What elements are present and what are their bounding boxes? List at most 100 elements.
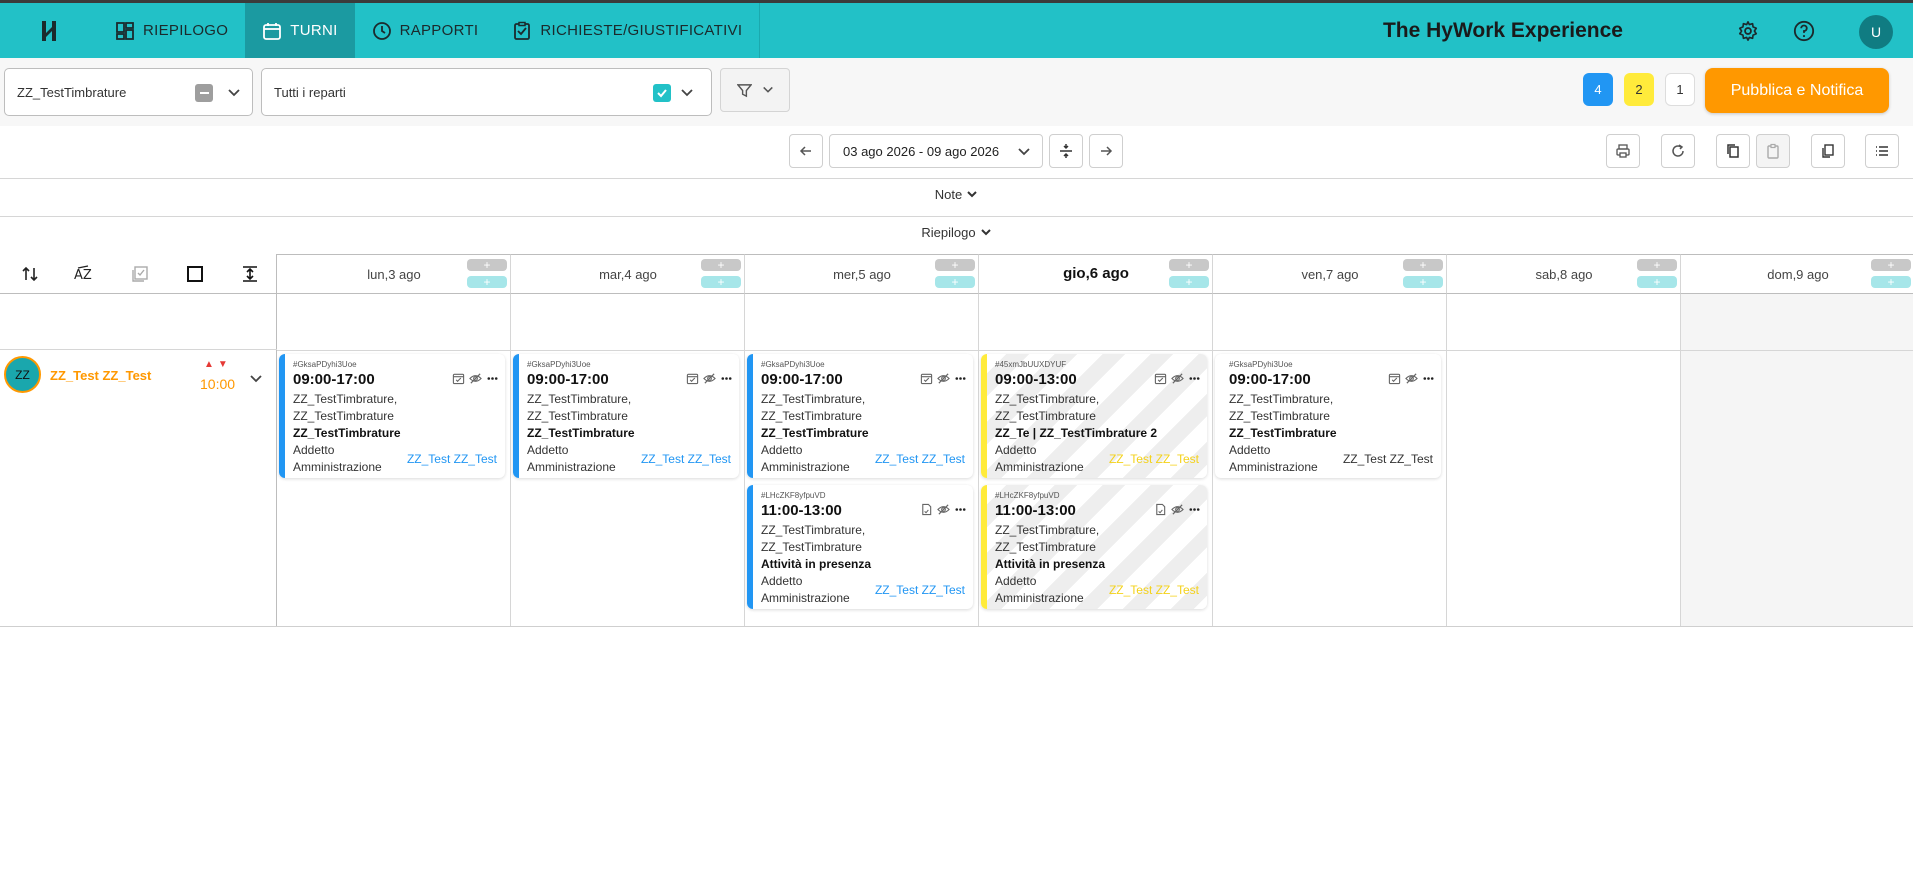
refresh-button[interactable] [1661, 134, 1695, 168]
calendar-check-icon[interactable] [1154, 372, 1167, 385]
employee-row[interactable]: ZZ ZZ_Test ZZ_Test ▲▼ 10:00 [0, 350, 277, 404]
more-options-icon[interactable] [954, 503, 967, 516]
chevron-down-icon[interactable] [249, 372, 263, 386]
duplicate-week-button[interactable] [1811, 134, 1845, 168]
eye-off-icon[interactable] [703, 372, 716, 385]
shift-role-line2: Amministrazione [995, 591, 1084, 605]
shift-card[interactable]: #LHcZKF8yfpuVD 11:00-13:00 ZZ_TestTimbratu… [981, 485, 1207, 609]
day-column[interactable] [1447, 294, 1681, 627]
nav-riepilogo[interactable]: RIEPILOGO [98, 3, 245, 58]
riepilogo-section-toggle[interactable]: Riepilogo [0, 214, 1913, 250]
select-checkbox[interactable] [170, 265, 221, 283]
badge-white-count[interactable]: 1 [1665, 73, 1695, 106]
eye-off-icon[interactable] [937, 503, 950, 516]
expand-rows-button[interactable] [225, 265, 276, 283]
shift-role-line1: Addetto [995, 443, 1037, 457]
next-week-button[interactable] [1089, 134, 1123, 168]
more-options-icon[interactable] [486, 372, 499, 385]
document-icon[interactable] [1154, 503, 1167, 516]
nav-richieste[interactable]: RICHIESTE/GIUSTIFICATIVI [495, 3, 759, 58]
shift-card[interactable]: #45xmJbUUXDYUF 09:00-13:00 ZZ_TestTimbratu… [981, 354, 1207, 478]
add-shift-button[interactable]: + [1169, 259, 1209, 271]
list-view-button[interactable] [1865, 134, 1899, 168]
department-select[interactable]: Tutti i reparti [261, 68, 712, 116]
svg-text:AZ: AZ [74, 268, 92, 283]
add-shift-button[interactable]: + [1637, 259, 1677, 271]
shift-card[interactable]: #GksaPDyhi3Uoe 09:00-17:00 ZZ_TestTimbratu… [279, 354, 505, 478]
calendar-check-icon[interactable] [686, 372, 699, 385]
hywork-logo[interactable] [0, 3, 98, 58]
sort-alpha-button[interactable]: AZ [59, 264, 110, 283]
publish-notify-button[interactable]: Pubblica e Notifica [1705, 68, 1889, 113]
badge-blue-count[interactable]: 4 [1583, 73, 1613, 106]
more-options-icon[interactable] [954, 372, 967, 385]
more-options-icon[interactable] [1422, 372, 1435, 385]
add-shift-button[interactable]: + [467, 259, 507, 271]
add-activity-button[interactable]: + [467, 276, 507, 288]
add-activity-button[interactable]: + [1169, 276, 1209, 288]
calendar-check-icon[interactable] [920, 372, 933, 385]
shift-status-bar [1215, 354, 1221, 478]
date-range-select[interactable]: 03 ago 2026 - 09 ago 2026 [829, 134, 1043, 168]
eye-off-icon[interactable] [1171, 372, 1184, 385]
settings-gear-icon[interactable] [1735, 18, 1761, 44]
prev-week-button[interactable] [789, 134, 823, 168]
add-shift-button[interactable]: + [701, 259, 741, 271]
calendar-check-icon[interactable] [452, 372, 465, 385]
add-activity-button[interactable]: + [1403, 276, 1443, 288]
shift-card[interactable]: #GksaPDyhi3Uoe 09:00-17:00 ZZ_TestTimbratu… [747, 354, 973, 478]
shift-place: Attività in presenza [761, 557, 872, 571]
company-select[interactable]: ZZ_TestTimbrature [4, 68, 253, 116]
more-options-icon[interactable] [720, 372, 733, 385]
row-divider [277, 350, 1913, 351]
more-options-icon[interactable] [1188, 503, 1201, 516]
shift-location-line1: ZZ_TestTimbrature, [1229, 392, 1334, 406]
add-activity-button[interactable]: + [701, 276, 741, 288]
help-icon[interactable] [1791, 18, 1817, 44]
shift-role-line2: Amministrazione [995, 460, 1084, 474]
compact-view-button[interactable] [1049, 134, 1083, 168]
shift-code: #GksaPDyhi3Uoe [1229, 360, 1293, 369]
badge-yellow-count[interactable]: 2 [1624, 73, 1654, 106]
add-shift-button[interactable]: + [935, 259, 975, 271]
document-icon[interactable] [920, 503, 933, 516]
eye-off-icon[interactable] [469, 372, 482, 385]
nav-turni[interactable]: TURNI [245, 3, 355, 58]
print-button[interactable] [1606, 134, 1640, 168]
shift-card[interactable]: #LHcZKF8yfpuVD 11:00-13:00 ZZ_TestTimbratu… [747, 485, 973, 609]
user-avatar[interactable]: U [1859, 15, 1893, 49]
select-all-button[interactable] [114, 265, 165, 283]
checked-checkbox[interactable] [653, 84, 671, 102]
shift-location-line2: ZZ_TestTimbrature [527, 409, 628, 423]
add-activity-button[interactable]: + [1637, 276, 1677, 288]
eye-off-icon[interactable] [937, 372, 950, 385]
checklist-icon [514, 21, 531, 40]
shift-role-line1: Addetto [761, 574, 803, 588]
shift-code: #GksaPDyhi3Uoe [293, 360, 357, 369]
shift-time: 09:00-17:00 [527, 371, 609, 388]
date-range-value: 03 ago 2026 - 09 ago 2026 [843, 143, 1000, 159]
shift-card[interactable]: #GksaPDyhi3Uoe 09:00-17:00 ZZ_TestTimbratu… [513, 354, 739, 478]
add-shift-button[interactable]: + [1871, 259, 1911, 271]
calendar-check-icon[interactable] [1388, 372, 1401, 385]
more-options-icon[interactable] [1188, 372, 1201, 385]
indeterminate-checkbox[interactable] [195, 84, 213, 102]
sort-order-button[interactable] [4, 265, 55, 283]
day-column[interactable] [1681, 294, 1913, 627]
add-activity-button[interactable]: + [935, 276, 975, 288]
copy-button[interactable] [1716, 134, 1750, 168]
shift-role-line2: Amministrazione [527, 460, 616, 474]
shift-card[interactable]: #GksaPDyhi3Uoe 09:00-17:00 ZZ_TestTimbratu… [1215, 354, 1441, 478]
paste-button[interactable] [1756, 134, 1790, 168]
eye-off-icon[interactable] [1405, 372, 1418, 385]
employee-avatar: ZZ [4, 356, 41, 393]
shift-code: #GksaPDyhi3Uoe [527, 360, 591, 369]
employee-name[interactable]: ZZ_Test ZZ_Test [50, 368, 151, 383]
filter-button[interactable] [720, 68, 790, 112]
eye-off-icon[interactable] [1171, 503, 1184, 516]
add-shift-button[interactable]: + [1403, 259, 1443, 271]
note-section-toggle[interactable]: Note [0, 176, 1913, 212]
shift-time: 09:00-17:00 [1229, 371, 1311, 388]
add-activity-button[interactable]: + [1871, 276, 1911, 288]
nav-rapporti[interactable]: RAPPORTI [355, 3, 496, 58]
